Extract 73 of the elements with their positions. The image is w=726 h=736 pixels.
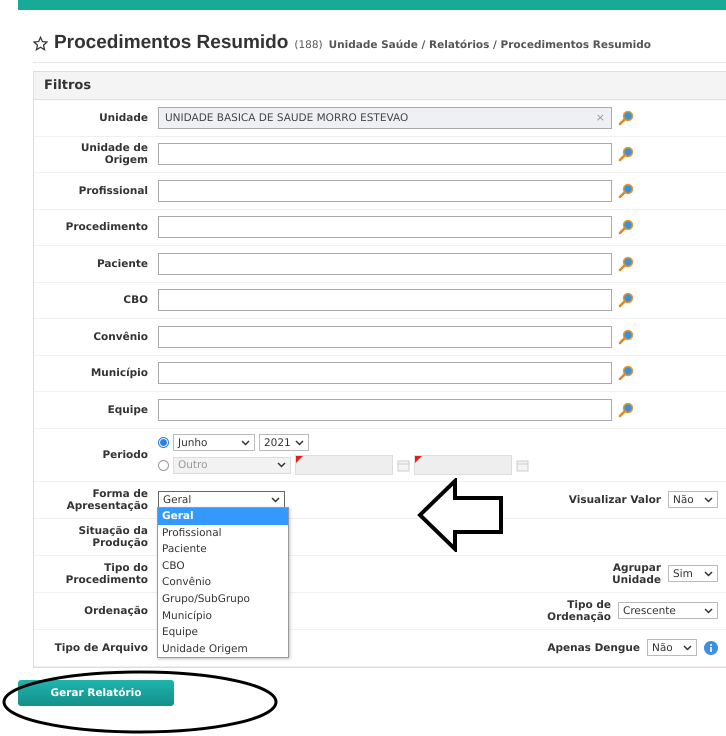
radio-button[interactable] xyxy=(158,460,169,470)
field-label: Equipe xyxy=(106,404,149,416)
field-label: Forma de Apresentação xyxy=(66,488,149,512)
record-count: (188) xyxy=(294,39,323,51)
lookup-field[interactable] xyxy=(158,398,612,421)
dropdown-option[interactable]: Paciente xyxy=(158,541,288,558)
date-field[interactable] xyxy=(295,455,393,475)
option-select[interactable]: Não xyxy=(668,491,718,508)
caret-icon xyxy=(271,496,280,502)
search-icon[interactable] xyxy=(618,219,634,236)
dropdown-option[interactable]: Grupo/SubGrupo xyxy=(158,590,288,608)
required-flag-icon xyxy=(296,456,303,463)
lookup-field[interactable]: UNIDADE BASICA DE SAUDE MORRO ESTEVAO × xyxy=(158,106,612,129)
search-icon[interactable] xyxy=(618,182,634,199)
search-icon[interactable] xyxy=(618,328,634,345)
calendar-icon[interactable] xyxy=(516,458,529,472)
caret-icon xyxy=(277,462,286,468)
lookup-field[interactable] xyxy=(158,289,612,312)
lookup-field[interactable] xyxy=(158,143,612,166)
radio-button[interactable] xyxy=(158,437,169,448)
field-label: Procedimento xyxy=(64,221,149,234)
field-label: Convênio xyxy=(92,330,149,343)
month-select[interactable]: Junho xyxy=(173,434,255,451)
caret-icon xyxy=(704,496,713,502)
date-field[interactable] xyxy=(414,455,512,475)
breadcrumb: Unidade Saúde / Relatórios / Procedimentos Resumido xyxy=(328,39,651,51)
caret-icon xyxy=(295,440,304,446)
field-label: Paciente xyxy=(96,258,149,270)
field-label: Unidade xyxy=(98,112,149,124)
caret-icon xyxy=(704,608,713,614)
panel-title: Filtros xyxy=(34,72,726,100)
required-flag-icon xyxy=(415,456,422,463)
lookup-field[interactable] xyxy=(158,252,612,275)
info-icon[interactable] xyxy=(704,640,718,654)
field-label: Tipo de Arquivo xyxy=(54,642,149,654)
field-label: Agrupar Unidade xyxy=(612,562,661,586)
field-label: Visualizar Valor xyxy=(568,494,661,506)
option-select[interactable]: Sim xyxy=(668,565,718,582)
search-icon[interactable] xyxy=(618,110,634,126)
page-title: Procedimentos Resumido xyxy=(54,32,288,54)
field-label: Tipo de Ordenação xyxy=(547,598,611,622)
caret-icon xyxy=(683,644,692,650)
search-icon[interactable] xyxy=(618,256,634,272)
star-icon[interactable] xyxy=(33,36,48,50)
field-label: Periodo xyxy=(101,448,149,460)
search-icon[interactable] xyxy=(618,292,634,308)
field-label: Apenas Dengue xyxy=(547,642,640,654)
search-icon[interactable] xyxy=(618,365,634,382)
dropdown-option[interactable]: Convênio xyxy=(158,574,288,591)
dropdown-option[interactable]: CBO xyxy=(158,558,288,574)
dropdown-option[interactable]: Profissional xyxy=(158,524,288,542)
dropdown-option[interactable]: Equipe xyxy=(158,624,288,641)
lookup-field[interactable] xyxy=(158,326,612,348)
search-icon[interactable] xyxy=(618,146,634,162)
field-label: CBO xyxy=(122,294,149,306)
dropdown-option[interactable]: Unidade Origem xyxy=(158,640,288,658)
calendar-icon[interactable] xyxy=(397,458,410,472)
field-label: Município xyxy=(90,367,149,380)
lookup-field[interactable] xyxy=(158,216,612,238)
field-label: Unidade de Origem xyxy=(80,142,149,166)
search-icon[interactable] xyxy=(618,402,634,418)
field-label: Profissional xyxy=(78,184,149,197)
lookup-field[interactable] xyxy=(158,180,612,202)
field-label: Situação da Produção xyxy=(77,524,149,548)
field-label: Ordenação xyxy=(83,604,149,616)
dropdown-option[interactable]: Município xyxy=(158,608,288,624)
option-select[interactable]: Não xyxy=(647,639,697,656)
option-select[interactable]: Crescente xyxy=(618,602,718,619)
year-select[interactable]: 2021 xyxy=(259,434,309,451)
field-label: Tipo do Procedimento xyxy=(64,562,149,586)
caret-icon xyxy=(704,570,713,576)
lookup-field[interactable] xyxy=(158,362,612,384)
caret-icon xyxy=(241,440,250,446)
